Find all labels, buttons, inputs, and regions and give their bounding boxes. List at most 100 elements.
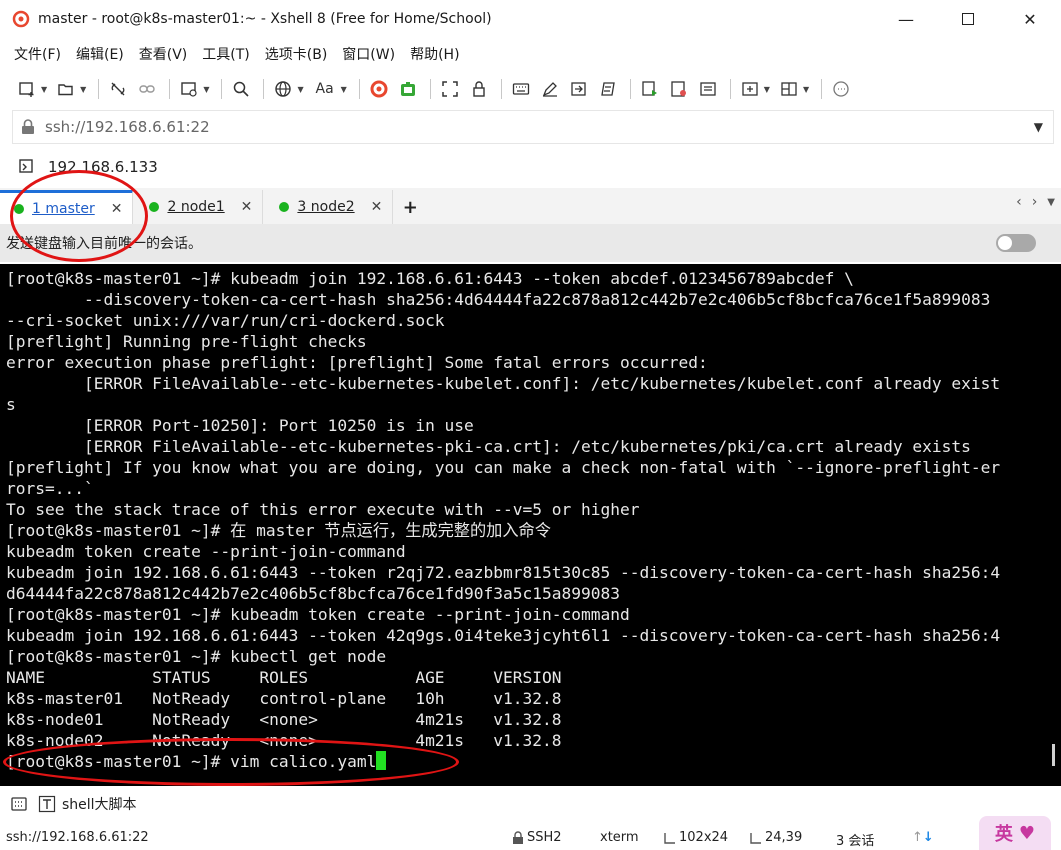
close-window-button[interactable]: ✕ (999, 0, 1061, 38)
status-cursor: 24,39 (750, 830, 802, 845)
chevron-right-icon[interactable]: › (1032, 194, 1038, 210)
toolbar-divider (629, 79, 631, 99)
session-manager-button[interactable] (176, 76, 202, 102)
terminal-line: kubeadm token create --print-join-comman… (6, 542, 406, 561)
terminal-line: k8s-node02 NotReady <none> 4m21s v1.32.8 (6, 731, 562, 750)
disconnect-button[interactable] (105, 76, 131, 102)
open-session-button[interactable] (53, 76, 79, 102)
terminal-line: d64444fa22c878a812c442b7e2c406b5cf8bcfca… (6, 584, 620, 603)
lock-button[interactable] (466, 76, 492, 102)
session-icon (19, 159, 33, 173)
layout-button[interactable] (776, 76, 802, 102)
tab-label: 1 master (32, 200, 95, 217)
menu-file[interactable]: 文件(F) (14, 44, 61, 64)
add-box-icon (742, 82, 758, 96)
tab-close-icon[interactable]: ✕ (241, 199, 253, 215)
connected-status-icon (149, 202, 160, 212)
menu-bar: 文件(F) 编辑(E) 查看(V) 工具(T) 选项卡(B) 窗口(W) 帮助(… (0, 38, 1061, 70)
close-icon: ✕ (1023, 9, 1037, 29)
font-label: Aa (315, 81, 334, 97)
terminal-scrollbar[interactable] (1052, 744, 1055, 766)
tab-navigation: ‹ › ▼ (1006, 194, 1055, 210)
file-transfer-button[interactable] (395, 76, 421, 102)
terminal-line: kubeadm join 192.168.6.61:6443 --token r… (6, 563, 1001, 582)
highlight-button[interactable] (537, 76, 563, 102)
find-button[interactable] (228, 76, 254, 102)
new-tab-button[interactable] (737, 76, 763, 102)
log-button[interactable] (666, 76, 692, 102)
chevron-down-icon[interactable]: ▼ (203, 85, 209, 94)
tab-bar: 1 master ✕ 2 node1 ✕ 3 node2 ✕ + ‹ › ▼ (0, 188, 1061, 224)
tab-close-icon[interactable]: ✕ (111, 201, 123, 217)
unlink-icon (111, 82, 125, 96)
status-transfer: ↑ ↓ (912, 830, 934, 845)
tab-master[interactable]: 1 master ✕ (0, 190, 134, 224)
send-to-session-bar: 发送键盘输入目前唯一的会话。 (0, 224, 1061, 262)
chevron-down-icon[interactable]: ▼ (80, 85, 86, 94)
menu-edit[interactable]: 编辑(E) (76, 44, 124, 64)
notes-button[interactable] (695, 76, 721, 102)
quick-command-label[interactable]: shell大脚本 (62, 794, 137, 814)
script-button[interactable] (595, 76, 621, 102)
terminal-cursor (376, 751, 387, 770)
ime-indicator[interactable]: 英 ♥ (979, 816, 1051, 850)
chevron-left-icon[interactable]: ‹ (1016, 194, 1022, 210)
chevron-down-icon[interactable]: ▼ (803, 85, 809, 94)
quick-session-item[interactable]: 192.168.6.133 (48, 158, 158, 176)
window-icon (181, 82, 197, 97)
address-input[interactable]: ssh://192.168.6.61:22 (45, 118, 210, 136)
tab-node1[interactable]: 2 node1 ✕ (135, 190, 264, 224)
toolbar-divider (821, 79, 823, 99)
terminal-line: [ERROR FileAvailable--etc-kubernetes-pki… (6, 437, 971, 456)
chat-bubble-icon (833, 81, 849, 97)
new-session-button[interactable] (14, 76, 40, 102)
notes-icon (700, 82, 716, 96)
quick-session-bar: 192.168.6.133 (0, 150, 1061, 184)
terminal-line: rors=...` (6, 479, 94, 498)
link-icon (139, 85, 156, 93)
send-button[interactable] (566, 76, 592, 102)
compose-bar: shell大脚本 (0, 790, 1061, 818)
menu-window[interactable]: 窗口(W) (342, 44, 395, 64)
tab-node2[interactable]: 3 node2 ✕ (265, 190, 394, 224)
terminal-line: To see the stack trace of this error exe… (6, 500, 640, 519)
heart-icon: ♥ (1018, 822, 1036, 844)
minimize-button[interactable]: — (875, 0, 937, 38)
chat-button[interactable] (828, 76, 854, 102)
grid-icon[interactable] (10, 795, 28, 813)
fullscreen-button[interactable] (437, 76, 463, 102)
terminal-line: error execution phase preflight: [prefli… (6, 353, 708, 372)
terminal-area[interactable]: [root@k8s-master01 ~]# kubeadm join 192.… (0, 264, 1061, 786)
reconnect-button[interactable] (134, 76, 160, 102)
terminal-line: --cri-socket unix:///var/run/cri-dockerd… (6, 311, 445, 330)
fullscreen-icon (442, 81, 458, 97)
resize-icon (664, 832, 675, 844)
add-tab-button[interactable]: + (395, 190, 425, 224)
tab-close-icon[interactable]: ✕ (371, 199, 383, 215)
xftp-button[interactable] (366, 76, 392, 102)
run-button[interactable] (637, 76, 663, 102)
keyboard-button[interactable] (508, 76, 534, 102)
menu-help[interactable]: 帮助(H) (410, 44, 459, 64)
encoding-button[interactable] (270, 76, 296, 102)
menu-tools[interactable]: 工具(T) (202, 44, 249, 64)
menu-view[interactable]: 查看(V) (139, 44, 188, 64)
chevron-down-icon[interactable]: ▼ (41, 85, 47, 94)
font-button[interactable]: Aa (310, 76, 340, 102)
chevron-down-icon[interactable]: ▼ (764, 85, 770, 94)
menu-tabs[interactable]: 选项卡(B) (265, 44, 328, 64)
chevron-down-icon[interactable]: ▼ (341, 85, 347, 94)
connected-status-icon (14, 203, 24, 214)
maximize-button[interactable] (937, 0, 999, 38)
chevron-down-icon[interactable]: ▼ (297, 85, 303, 94)
chevron-down-icon[interactable]: ▼ (1034, 120, 1043, 134)
address-bar[interactable]: ssh://192.168.6.61:22 ▼ (12, 110, 1054, 144)
chevron-down-icon[interactable]: ▼ (1047, 197, 1055, 210)
terminal-line: [root@k8s-master01 ~]# kubeadm token cre… (6, 605, 630, 624)
arrow-down-icon: ↓ (922, 830, 934, 845)
broadcast-toggle[interactable] (996, 234, 1036, 252)
toolbar-divider (263, 79, 265, 99)
terminal-line: NAME STATUS ROLES AGE VERSION (6, 668, 562, 687)
script-icon (601, 82, 615, 96)
status-address: ssh://192.168.6.61:22 (6, 830, 149, 845)
